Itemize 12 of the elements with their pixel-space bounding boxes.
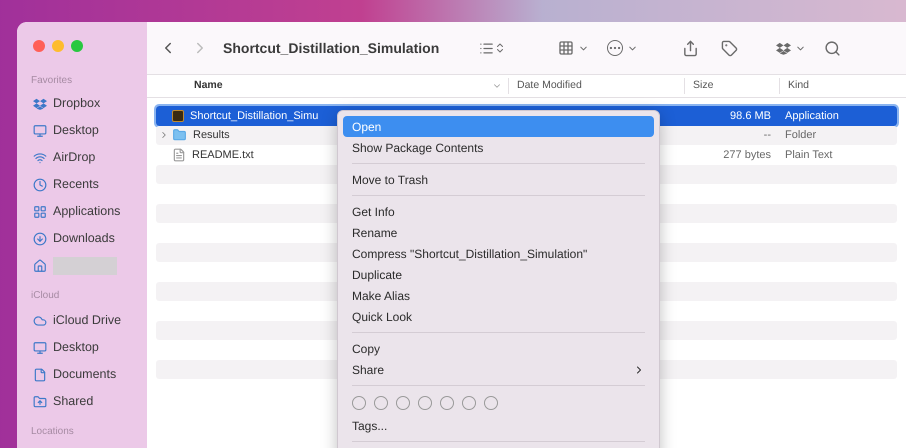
sidebar-section-header: Favorites [31, 74, 74, 88]
file-size: 277 bytes [723, 148, 771, 162]
file-kind: Plain Text [785, 148, 834, 162]
window-title: Shortcut_Distillation_Simulation [223, 38, 440, 58]
file-kind: Folder [785, 128, 818, 143]
file-size: -- [764, 128, 771, 143]
sidebar-section-header: iCloud [31, 289, 60, 303]
file-kind: Application [785, 108, 840, 124]
file-name: Results [193, 128, 230, 143]
sidebar-section-header: Locations [31, 425, 75, 439]
file-name: Shortcut_Distillation_Simu [190, 108, 318, 124]
file-size: 98.6 MB [730, 108, 771, 124]
